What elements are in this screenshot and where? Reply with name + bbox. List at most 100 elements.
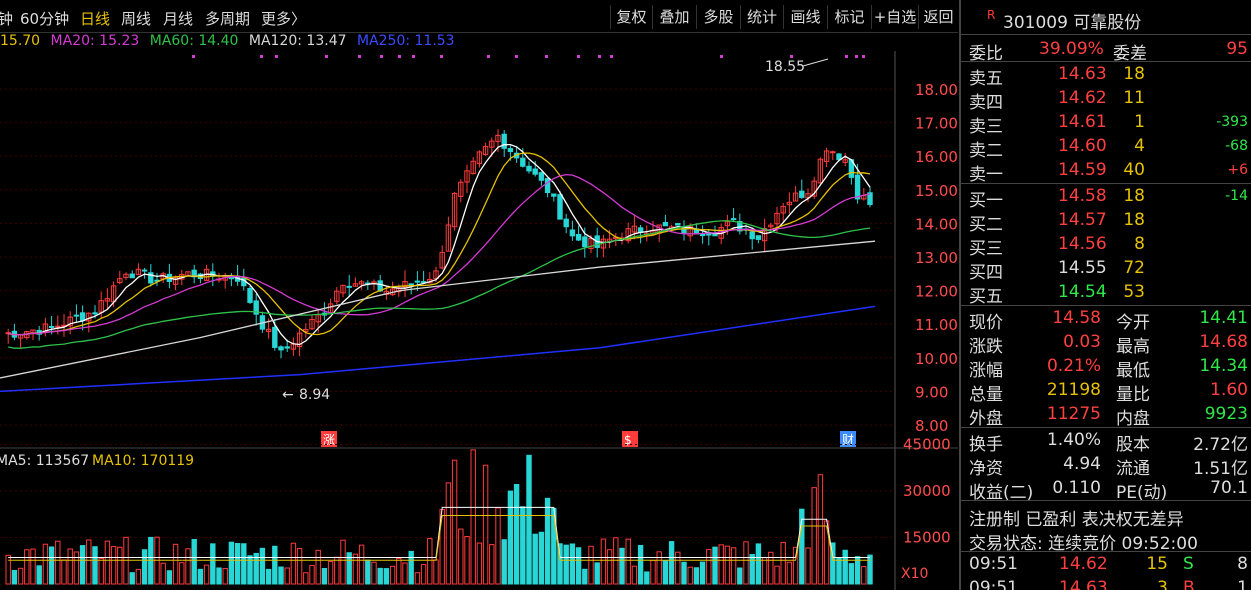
stat-row[interactable]: 涨幅 0.21% 最低 14.34 <box>961 354 1251 381</box>
mark-button[interactable]: 标记 <box>827 5 871 29</box>
volume-bar <box>365 559 371 585</box>
volume-bar <box>272 545 278 585</box>
ask-row[interactable]: 卖四 14.62 11 <box>961 86 1251 113</box>
volume-bar <box>532 533 538 585</box>
fund-row[interactable]: 净资 4.94 流通 1.51亿 <box>961 452 1251 479</box>
volume-bar <box>737 567 743 585</box>
volume-bar <box>575 547 582 585</box>
stat-row[interactable]: 总量 21198 量比 1.60 <box>961 378 1251 405</box>
ma250-line <box>0 305 876 393</box>
tab-more[interactable]: 更多〉 <box>261 8 306 29</box>
fuquan-button[interactable]: 复权 <box>610 5 652 29</box>
tab-monthly[interactable]: 月线 <box>163 8 193 29</box>
signal-dot <box>412 55 415 58</box>
high-label: 18.55 <box>765 59 805 75</box>
signal-dot <box>358 55 361 58</box>
volume-bar <box>675 551 681 585</box>
fund-row[interactable]: 换手 1.40% 股本 2.72亿 <box>961 428 1251 455</box>
volume-bar <box>309 564 315 585</box>
ask-row[interactable]: 卖二 14.60 4 -68 <box>961 134 1251 161</box>
volume-bar <box>402 562 408 585</box>
volume-bar <box>197 568 204 585</box>
volume-bar <box>55 540 61 585</box>
tab-minute[interactable]: 钟 <box>0 8 13 29</box>
chart-area[interactable]: ◇ 18.0017.0016.0015.0014.0013.0012.0011.… <box>0 33 958 590</box>
stat-row[interactable]: 外盘 11275 内盘 9923 <box>961 402 1251 429</box>
tick-count: 1 <box>1237 578 1248 590</box>
ma-lines <box>0 143 876 393</box>
volume-bar <box>836 557 842 585</box>
signal-dot <box>598 55 601 58</box>
volume-bar <box>48 546 55 585</box>
ask-price: 14.60 <box>1058 136 1107 156</box>
volume-bar <box>842 549 848 585</box>
volume-bar <box>265 568 272 585</box>
candle-body <box>551 193 557 197</box>
signal-dot <box>440 55 443 58</box>
volume-bar <box>117 546 123 585</box>
tick-side: B <box>1183 578 1195 590</box>
volume-bar <box>110 546 117 585</box>
tick-row[interactable]: 09:51 14.62 15 S 8 <box>961 552 1251 576</box>
volume-bar <box>414 572 421 585</box>
tab-daily[interactable]: 日线 <box>80 8 110 29</box>
tick-row[interactable]: 09:51 14.63 3 B 1 <box>961 576 1251 590</box>
ask-volume: 18 <box>1123 64 1145 84</box>
tab-60min[interactable]: 60分钟 <box>20 8 69 29</box>
price-tick: 15.00 <box>915 182 958 200</box>
signal-dot <box>577 55 580 58</box>
tab-weekly[interactable]: 周线 <box>121 8 151 29</box>
volume-bar <box>563 544 569 585</box>
ask-volume: 4 <box>1134 136 1145 156</box>
low-label: 8.94 <box>299 387 330 403</box>
candle-body <box>637 227 644 233</box>
ma60-value: MA60: 14.40 <box>149 33 239 49</box>
ask-volume: 1 <box>1134 112 1145 132</box>
candle-body <box>408 283 414 286</box>
bid-row[interactable]: 买五 14.54 53 <box>961 280 1251 307</box>
candle-body <box>55 325 61 328</box>
stat-row[interactable]: 涨跌 0.03 最高 14.68 <box>961 330 1251 357</box>
back-button[interactable]: 返回 <box>918 5 958 29</box>
signal-dot <box>845 55 848 58</box>
candle-body <box>129 273 135 279</box>
overlay-button[interactable]: 叠加 <box>652 5 696 29</box>
volume-bar <box>234 543 241 585</box>
volume-bar <box>259 547 266 585</box>
bid-row[interactable]: 买三 14.56 8 <box>961 232 1251 259</box>
ask-row[interactable]: 卖五 14.63 18 <box>961 62 1251 89</box>
ma20-value: MA20: 15.23 <box>50 33 140 49</box>
tab-multi-period[interactable]: 多周期 <box>205 8 250 29</box>
volume-bar <box>17 567 24 585</box>
bid-row[interactable]: 买二 14.57 18 <box>961 208 1251 235</box>
candle-body <box>662 222 669 227</box>
ask-change: -68 <box>1225 138 1248 154</box>
signal-dot <box>260 55 263 58</box>
volume-bar <box>216 567 222 585</box>
bid-row[interactable]: 买一 14.58 18 -14 <box>961 184 1251 211</box>
weibi-value: 39.09% <box>1039 39 1104 59</box>
candle-body <box>278 346 284 351</box>
ask-row[interactable]: 卖一 14.59 40 +6 <box>961 158 1251 185</box>
volume-bar <box>780 541 786 585</box>
stats-button[interactable]: 统计 <box>740 5 783 29</box>
fund-row[interactable]: 收益(二) 0.110 PE(动) 70.1 <box>961 476 1251 503</box>
volume-bar <box>867 554 873 585</box>
volume-bar <box>408 550 414 585</box>
bid-change: -14 <box>1225 188 1248 204</box>
candle-body <box>830 151 836 154</box>
multi-stock-button[interactable]: 多股 <box>696 5 740 29</box>
draw-button[interactable]: 画线 <box>783 5 827 29</box>
candle-body <box>526 165 532 172</box>
vol-ma10-legend: MA10: 170119 <box>92 453 194 469</box>
ask-change: +6 <box>1227 162 1248 178</box>
kline-chart[interactable]: ◇ 18.0017.0016.0015.0014.0013.0012.0011.… <box>0 33 958 590</box>
add-watchlist-button[interactable]: +自选 <box>871 5 918 29</box>
candle-body <box>48 325 55 328</box>
volume-bar <box>861 566 867 585</box>
stat-row[interactable]: 现价 14.58 今开 14.41 <box>961 306 1251 333</box>
tick-time: 09:51 <box>969 554 1018 574</box>
bid-row[interactable]: 买四 14.55 72 <box>961 256 1251 283</box>
ask-row[interactable]: 卖三 14.61 1 -393 <box>961 110 1251 137</box>
candle-body <box>582 236 588 248</box>
